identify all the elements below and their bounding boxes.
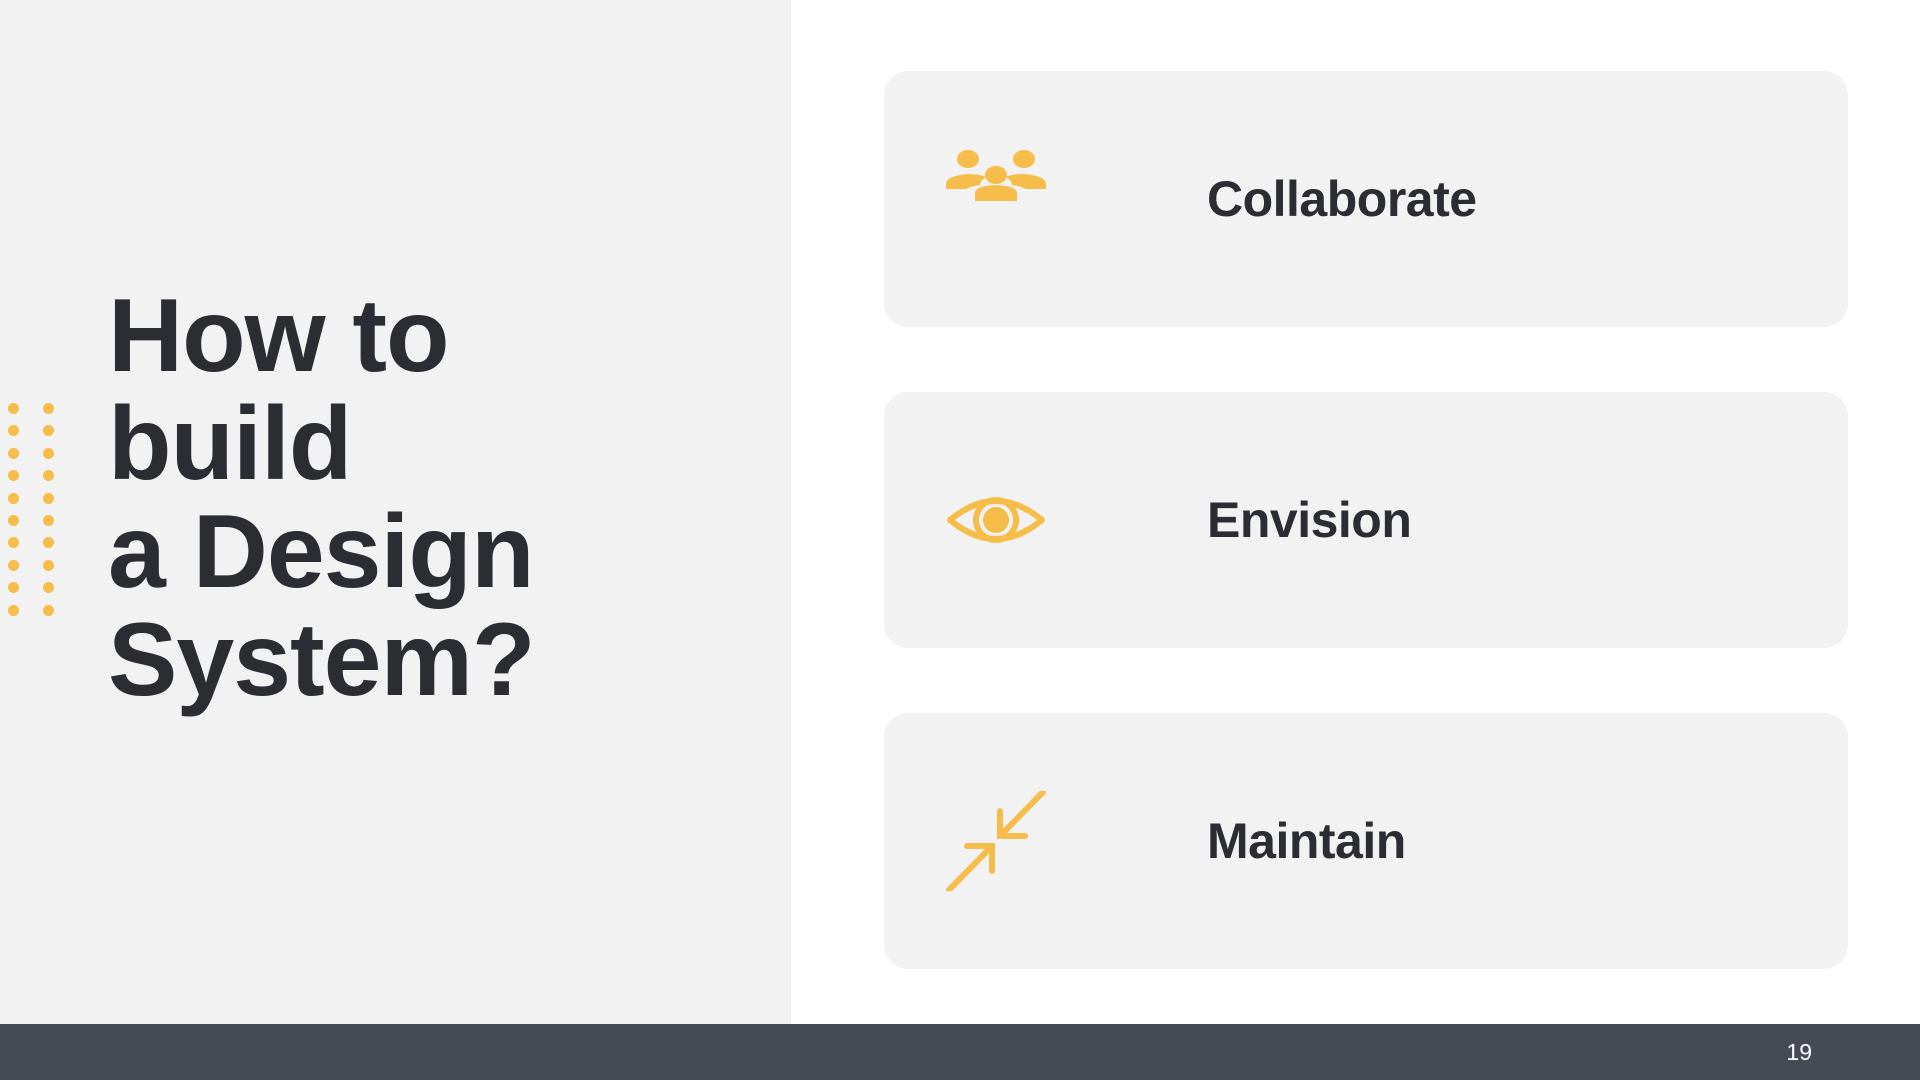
left-panel: How to build a Design System?	[0, 0, 791, 1024]
decorative-dot	[43, 492, 54, 504]
card-maintain: Maintain	[884, 713, 1848, 969]
decorative-dot	[43, 537, 54, 549]
card-collaborate: Collaborate	[884, 71, 1848, 327]
decorative-dot	[43, 447, 54, 459]
decorative-dot	[43, 514, 54, 526]
decorative-dot	[8, 492, 19, 504]
decorative-dot	[8, 559, 19, 571]
decorative-dot	[8, 447, 19, 459]
footer-bar: 19	[0, 1024, 1920, 1080]
decorative-dot	[8, 514, 19, 526]
card-label: Collaborate	[1207, 171, 1477, 227]
decorative-dot	[8, 604, 19, 616]
card-label: Envision	[1207, 492, 1412, 548]
decorative-dot	[8, 425, 19, 437]
arrows-inward-icon	[946, 791, 1046, 891]
decorative-dot	[8, 537, 19, 549]
decorative-dot	[43, 604, 54, 616]
people-group-icon	[946, 150, 1046, 201]
card-envision: Envision	[884, 392, 1848, 648]
decorative-dot	[43, 425, 54, 437]
title-line: System?	[108, 602, 536, 718]
decorative-dot	[43, 470, 54, 482]
slide-title: How to build a Design System?	[108, 278, 536, 718]
eye-icon	[947, 497, 1045, 543]
title-line: How to	[108, 278, 450, 394]
decorative-dot	[8, 582, 19, 594]
decorative-dot	[43, 559, 54, 571]
decorative-dot	[8, 470, 19, 482]
card-label: Maintain	[1207, 813, 1406, 869]
decorative-dot-grid	[8, 403, 54, 616]
title-line: build	[108, 386, 352, 502]
decorative-dot	[43, 403, 54, 414]
decorative-dot	[8, 403, 19, 414]
title-line: a Design	[108, 494, 534, 610]
page-number: 19	[1786, 1039, 1812, 1065]
decorative-dot	[43, 582, 54, 594]
